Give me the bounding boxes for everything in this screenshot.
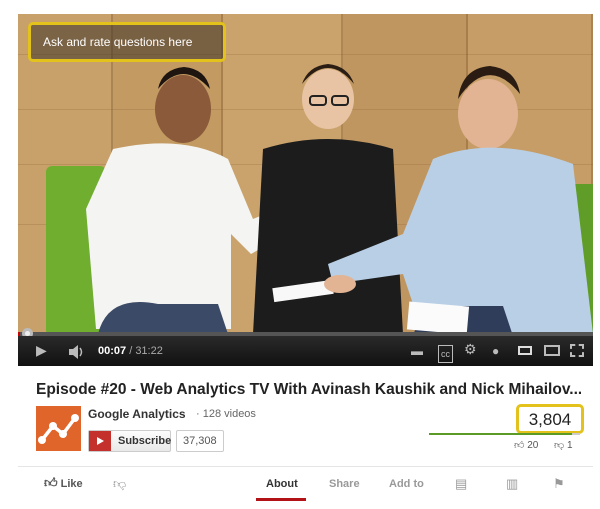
time-readout: 00:07 / 31:22 — [98, 345, 163, 357]
video-count: · 128 videos — [196, 408, 256, 420]
duration: / 31:22 — [129, 345, 163, 357]
small-player-icon[interactable] — [518, 346, 532, 355]
analytics-logo-icon — [36, 406, 81, 451]
thumbs-up-small-icon: 👍︎ — [514, 440, 525, 451]
volume-icon[interactable] — [68, 345, 86, 359]
action-bar: 👍︎ Like 👎︎ About Share Add to ▤ ▥ ⚑ — [18, 466, 593, 501]
large-player-icon[interactable] — [544, 345, 560, 356]
annotation-box[interactable]: Ask and rate questions here — [28, 22, 226, 62]
settings-gear-icon[interactable]: ⚙ — [464, 341, 477, 357]
like-label: Like — [60, 478, 83, 490]
youtube-play-icon — [89, 431, 111, 451]
current-time: 00:07 — [98, 345, 127, 357]
video-player[interactable]: Ask and rate questions here ▶ 00:07 / 31… — [18, 14, 593, 366]
like-ratio-bar — [429, 433, 580, 435]
dislike-count: 👎︎ 1 — [554, 439, 573, 451]
view-count: 3,804 — [528, 410, 572, 429]
thumbs-down-icon[interactable]: 👎︎ — [113, 476, 126, 492]
tab-about[interactable]: About — [266, 478, 298, 490]
people-illustration — [86, 64, 593, 336]
video-title: Episode #20 - Web Analytics TV With Avin… — [36, 381, 581, 398]
play-icon[interactable]: ▶ — [36, 342, 47, 358]
tab-add-to[interactable]: Add to — [389, 478, 424, 490]
transcript-icon[interactable]: ▤ — [455, 476, 467, 492]
dislike-count-value: 1 — [566, 440, 573, 451]
channel-logo[interactable] — [36, 406, 81, 451]
channel-name[interactable]: Google Analytics — [88, 407, 186, 421]
subscriber-count: 37,308 — [176, 430, 224, 452]
view-count-annotation: 3,804 — [516, 404, 584, 434]
fullscreen-icon[interactable] — [570, 344, 584, 357]
video-frame[interactable]: Ask and rate questions here — [18, 14, 593, 336]
thumbs-down-small-icon: 👎︎ — [554, 440, 565, 451]
subscribe-button[interactable]: Subscribe — [88, 430, 171, 452]
like-ratio-fill — [429, 433, 573, 435]
annotation-text: Ask and rate questions here — [43, 35, 193, 49]
thumbs-up-icon: 👍︎ — [44, 475, 58, 490]
info-icon[interactable]: ● — [492, 343, 499, 359]
youtube-watch-page: Ask and rate questions here ▶ 00:07 / 31… — [0, 0, 600, 509]
flag-icon[interactable]: ⚑ — [553, 476, 565, 492]
like-count-value: 20 — [527, 440, 539, 451]
like-button[interactable]: 👍︎ Like — [44, 475, 83, 491]
annotations-icon[interactable]: ▬ — [411, 343, 423, 359]
captions-icon[interactable]: cc — [438, 345, 453, 363]
like-count: 👍︎ 20 — [514, 439, 538, 451]
player-controls: ▶ 00:07 / 31:22 ▬ cc ⚙ ● — [18, 336, 593, 366]
tab-share[interactable]: Share — [329, 478, 360, 490]
subscribe-label: Subscribe — [118, 435, 172, 447]
statistics-icon[interactable]: ▥ — [506, 476, 518, 492]
active-tab-indicator — [256, 498, 306, 501]
